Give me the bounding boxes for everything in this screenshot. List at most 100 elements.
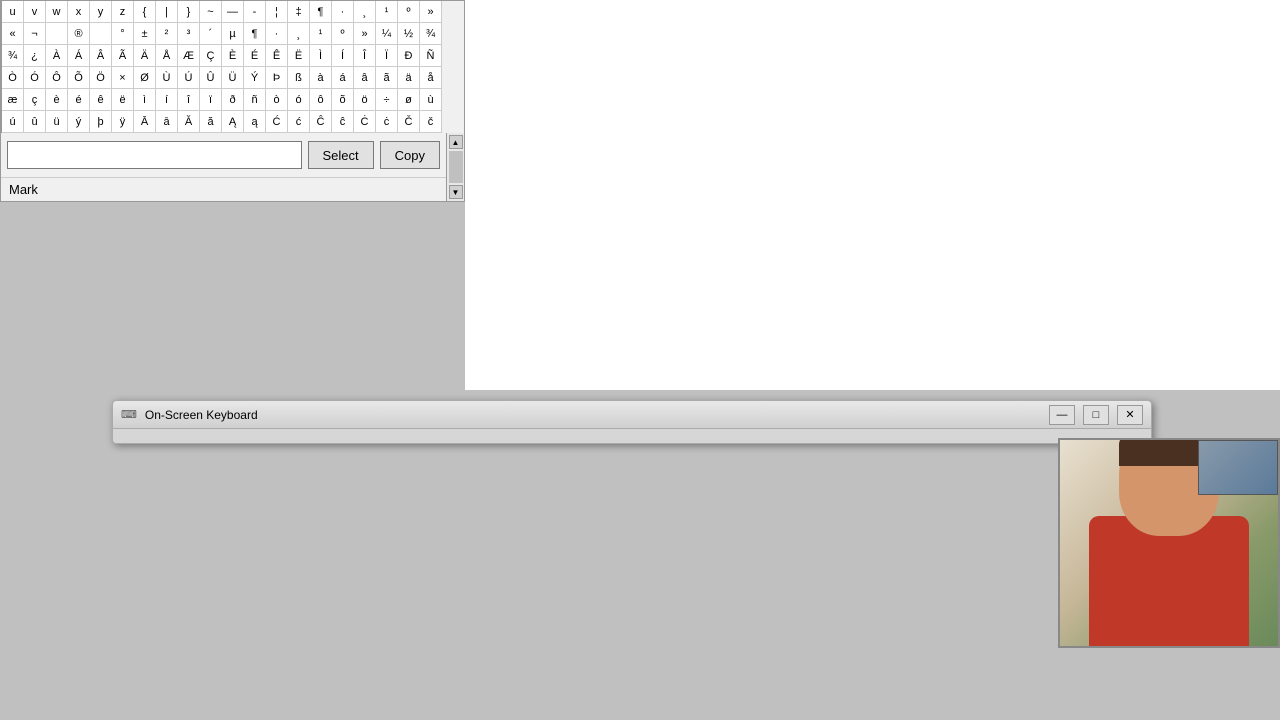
char-cell[interactable]: ă <box>200 111 222 133</box>
char-cell[interactable]: å <box>420 67 442 89</box>
char-cell[interactable]: ­ <box>46 23 68 45</box>
char-cell[interactable]: Ô <box>46 67 68 89</box>
char-cell[interactable]: þ <box>90 111 112 133</box>
char-cell[interactable]: · <box>266 23 288 45</box>
char-cell[interactable]: â <box>354 67 376 89</box>
char-cell[interactable]: ù <box>420 89 442 111</box>
char-cell[interactable]: Ê <box>266 45 288 67</box>
char-cell[interactable]: ĉ <box>332 111 354 133</box>
osk-maximize-button[interactable]: □ <box>1083 405 1109 425</box>
char-cell[interactable]: Ù <box>156 67 178 89</box>
char-cell[interactable]: ã <box>376 67 398 89</box>
osk-minimize-button[interactable]: — <box>1049 405 1075 425</box>
char-cell[interactable]: ® <box>68 23 90 45</box>
char-cell[interactable]: ø <box>398 89 420 111</box>
char-cell[interactable]: ß <box>288 67 310 89</box>
char-cell[interactable]: ċ <box>376 111 398 133</box>
char-cell[interactable]: ´ <box>200 23 222 45</box>
char-cell[interactable]: » <box>420 1 442 23</box>
char-cell[interactable]: ā <box>156 111 178 133</box>
char-cell[interactable]: ü <box>46 111 68 133</box>
char-cell[interactable]: Ì <box>310 45 332 67</box>
char-cell[interactable]: ć <box>288 111 310 133</box>
char-cell[interactable]: Ã <box>112 45 134 67</box>
char-cell[interactable]: Â <box>90 45 112 67</box>
char-cell[interactable]: Ą <box>222 111 244 133</box>
char-cell[interactable]: ç <box>24 89 46 111</box>
char-cell[interactable]: u <box>2 1 24 23</box>
char-cell[interactable]: Ü <box>222 67 244 89</box>
char-cell[interactable]: è <box>46 89 68 111</box>
char-cell[interactable]: z <box>112 1 134 23</box>
char-cell[interactable]: ý <box>68 111 90 133</box>
char-cell[interactable]: ¶ <box>310 1 332 23</box>
char-cell[interactable]: á <box>332 67 354 89</box>
char-cell[interactable]: ö <box>354 89 376 111</box>
char-cell[interactable]: ô <box>310 89 332 111</box>
char-cell[interactable]: } <box>178 1 200 23</box>
char-cell[interactable]: ± <box>134 23 156 45</box>
char-cell[interactable]: Õ <box>68 67 90 89</box>
char-cell[interactable]: Ć <box>266 111 288 133</box>
char-input[interactable] <box>7 141 302 169</box>
char-cell[interactable]: Ó <box>24 67 46 89</box>
char-cell[interactable]: Ë <box>288 45 310 67</box>
char-cell[interactable]: Ý <box>244 67 266 89</box>
char-cell[interactable]: { <box>134 1 156 23</box>
char-cell[interactable]: y <box>90 1 112 23</box>
char-cell[interactable]: º <box>332 23 354 45</box>
copy-button[interactable]: Copy <box>380 141 440 169</box>
char-cell[interactable]: Á <box>68 45 90 67</box>
char-cell[interactable]: ° <box>112 23 134 45</box>
char-cell[interactable]: í <box>156 89 178 111</box>
char-cell[interactable]: Ø <box>134 67 156 89</box>
char-cell[interactable]: Ä <box>134 45 156 67</box>
char-cell[interactable]: ê <box>90 89 112 111</box>
char-cell[interactable]: x <box>68 1 90 23</box>
char-cell[interactable]: ä <box>398 67 420 89</box>
osk-close-button[interactable]: ✕ <box>1117 405 1143 425</box>
scrollbar[interactable]: ▲ ▼ <box>446 133 464 201</box>
char-cell[interactable]: ‡ <box>288 1 310 23</box>
char-cell[interactable]: w <box>46 1 68 23</box>
char-cell[interactable]: º <box>398 1 420 23</box>
char-cell[interactable]: Î <box>354 45 376 67</box>
char-cell[interactable]: Ö <box>90 67 112 89</box>
char-cell[interactable]: ë <box>112 89 134 111</box>
char-cell[interactable]: ì <box>134 89 156 111</box>
char-cell[interactable]: ú <box>2 111 24 133</box>
char-cell[interactable]: Ċ <box>354 111 376 133</box>
char-cell[interactable]: « <box>2 23 24 45</box>
char-cell[interactable]: é <box>68 89 90 111</box>
char-cell[interactable]: ÷ <box>376 89 398 111</box>
char-cell[interactable]: ñ <box>244 89 266 111</box>
scroll-down-arrow[interactable]: ▼ <box>449 185 463 199</box>
char-cell[interactable]: ¦ <box>266 1 288 23</box>
char-cell[interactable]: Þ <box>266 67 288 89</box>
char-cell[interactable]: À <box>46 45 68 67</box>
char-cell[interactable]: Č <box>398 111 420 133</box>
char-cell[interactable]: Ç <box>200 45 222 67</box>
char-cell[interactable]: ‑ <box>244 1 266 23</box>
select-button[interactable]: Select <box>308 141 374 169</box>
char-cell[interactable]: î <box>178 89 200 111</box>
char-cell[interactable]: Ñ <box>420 45 442 67</box>
char-cell[interactable]: ¼ <box>376 23 398 45</box>
char-cell[interactable]: ³ <box>178 23 200 45</box>
char-cell[interactable]: Ā <box>134 111 156 133</box>
char-cell[interactable] <box>90 23 112 45</box>
char-cell[interactable]: ¶ <box>244 23 266 45</box>
char-cell[interactable]: ï <box>200 89 222 111</box>
char-cell[interactable]: É <box>244 45 266 67</box>
char-cell[interactable]: ² <box>156 23 178 45</box>
char-cell[interactable]: ¹ <box>310 23 332 45</box>
char-cell[interactable]: ¸ <box>288 23 310 45</box>
char-cell[interactable]: ¿ <box>24 45 46 67</box>
scroll-up-arrow[interactable]: ▲ <box>449 135 463 149</box>
char-cell[interactable]: v <box>24 1 46 23</box>
char-cell[interactable]: ¬ <box>24 23 46 45</box>
char-cell[interactable]: Ă <box>178 111 200 133</box>
char-cell[interactable]: Ĉ <box>310 111 332 133</box>
char-cell[interactable]: ò <box>266 89 288 111</box>
char-cell[interactable]: · <box>332 1 354 23</box>
